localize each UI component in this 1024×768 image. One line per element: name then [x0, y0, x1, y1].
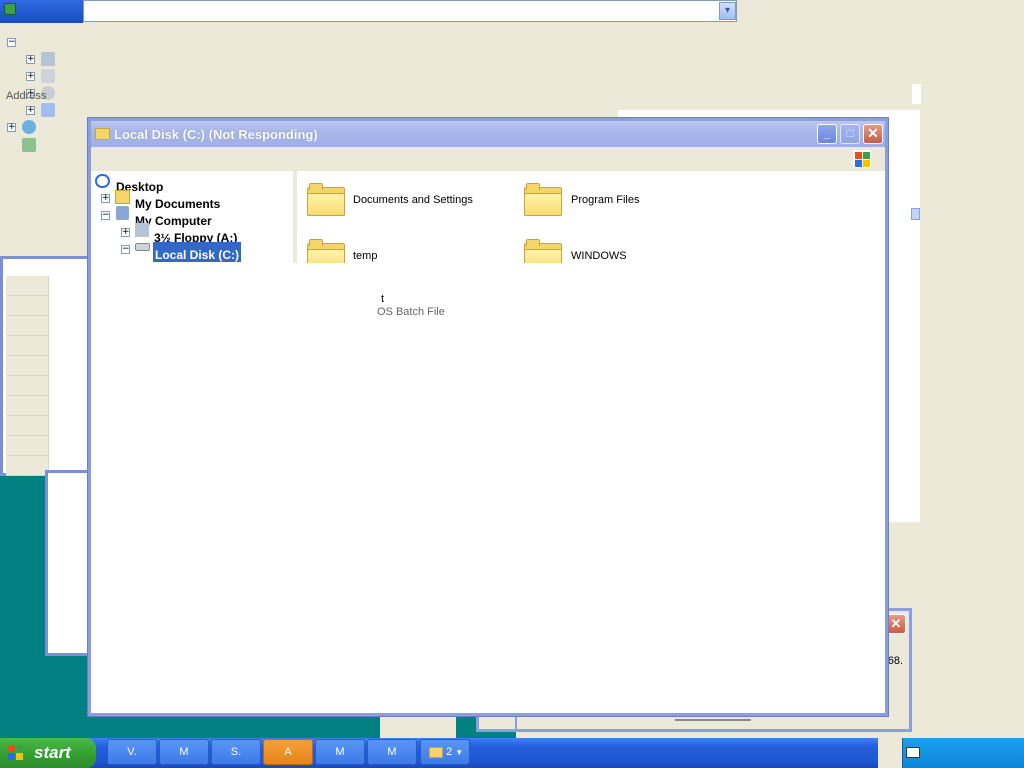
chevron-down-icon[interactable]: ▾	[719, 2, 736, 20]
ghost-scrollbar	[911, 208, 920, 220]
file-item-program-files[interactable]: Program Files	[571, 194, 639, 206]
window-title: Local Disk (C:) (Not Responding)	[114, 126, 318, 142]
computer-icon	[41, 52, 55, 66]
close-button[interactable]: ✕	[863, 124, 883, 144]
keyboard-icon[interactable]	[906, 747, 920, 758]
expand-icon[interactable]: +	[121, 228, 130, 237]
collapse-icon[interactable]: −	[7, 38, 16, 47]
file-item-windows[interactable]: WINDOWS	[571, 250, 627, 262]
address-label: Address	[6, 90, 47, 102]
file-item-documents-and-settings[interactable]: Documents and Settings	[353, 194, 473, 206]
expand-icon[interactable]: +	[26, 72, 35, 81]
hard-disk-icon	[135, 243, 150, 251]
tree-item-my-documents[interactable]: My Documents	[135, 197, 220, 211]
recycle-bin-icon	[22, 138, 36, 152]
control-panel-icon	[41, 103, 55, 117]
file-item-temp[interactable]: temp	[353, 250, 377, 262]
tree-item-local-disk[interactable]: Local Disk (C:)	[153, 242, 242, 262]
toolbar-app-icon	[4, 3, 16, 15]
explorer-window: Local Disk (C:) (Not Responding) _ □ ✕ D…	[88, 118, 888, 716]
floppy-icon	[135, 223, 149, 237]
ghost-file-name: t	[381, 293, 385, 305]
background-dialog-text: 68.	[887, 655, 903, 667]
windows-logo-icon	[853, 150, 871, 168]
taskbar-button[interactable]: S.	[211, 739, 261, 765]
start-label: start	[34, 743, 71, 762]
taskbar-group-button[interactable]: 2 ▼	[420, 739, 470, 765]
repaint-artifact	[91, 263, 885, 713]
ghost-file-type: OS Batch File	[377, 306, 445, 318]
expand-icon[interactable]: +	[26, 55, 35, 64]
pane-splitter[interactable]	[293, 171, 297, 263]
ghost-grid	[6, 276, 49, 476]
windows-logo-icon	[8, 745, 24, 761]
group-count: 2	[446, 746, 453, 758]
window-titlebar[interactable]: Local Disk (C:) (Not Responding) _ □ ✕	[91, 121, 885, 147]
folder-icon[interactable]	[524, 182, 562, 216]
maximize-button[interactable]: □	[840, 124, 860, 144]
minimize-button[interactable]: _	[817, 124, 837, 144]
start-button[interactable]: start	[0, 738, 96, 768]
expand-icon[interactable]: +	[26, 106, 35, 115]
taskbar-button-active[interactable]: A	[263, 739, 313, 765]
address-toolbar	[0, 0, 83, 23]
expand-icon[interactable]: +	[7, 123, 16, 132]
taskbar-button[interactable]: M	[315, 739, 365, 765]
taskbar-button[interactable]: V.	[107, 739, 157, 765]
desktop-icon	[95, 174, 110, 188]
my-computer-icon	[116, 206, 129, 220]
taskbar-button[interactable]: M	[367, 739, 417, 765]
collapse-icon[interactable]: −	[121, 245, 130, 254]
folder-icon	[95, 128, 110, 140]
folder-icon	[429, 746, 443, 758]
drive-icon	[41, 69, 55, 83]
window-toolbar	[91, 147, 885, 171]
network-icon	[22, 120, 36, 134]
address-input[interactable]	[83, 0, 737, 22]
background-dialog-close-button[interactable]: ✕	[886, 614, 906, 634]
system-tray	[902, 738, 1024, 768]
folder-icon[interactable]	[307, 182, 345, 216]
expand-icon[interactable]: +	[101, 194, 110, 203]
chevron-down-icon: ▼	[455, 748, 464, 757]
taskbar-overflow	[878, 738, 902, 768]
folders-pane: Desktop + My Documents − My Computer + 3…	[91, 171, 297, 263]
collapse-icon[interactable]: −	[101, 211, 110, 220]
my-documents-icon	[115, 190, 130, 204]
taskbar-button[interactable]: M	[159, 739, 209, 765]
ghost-strip	[912, 84, 921, 104]
